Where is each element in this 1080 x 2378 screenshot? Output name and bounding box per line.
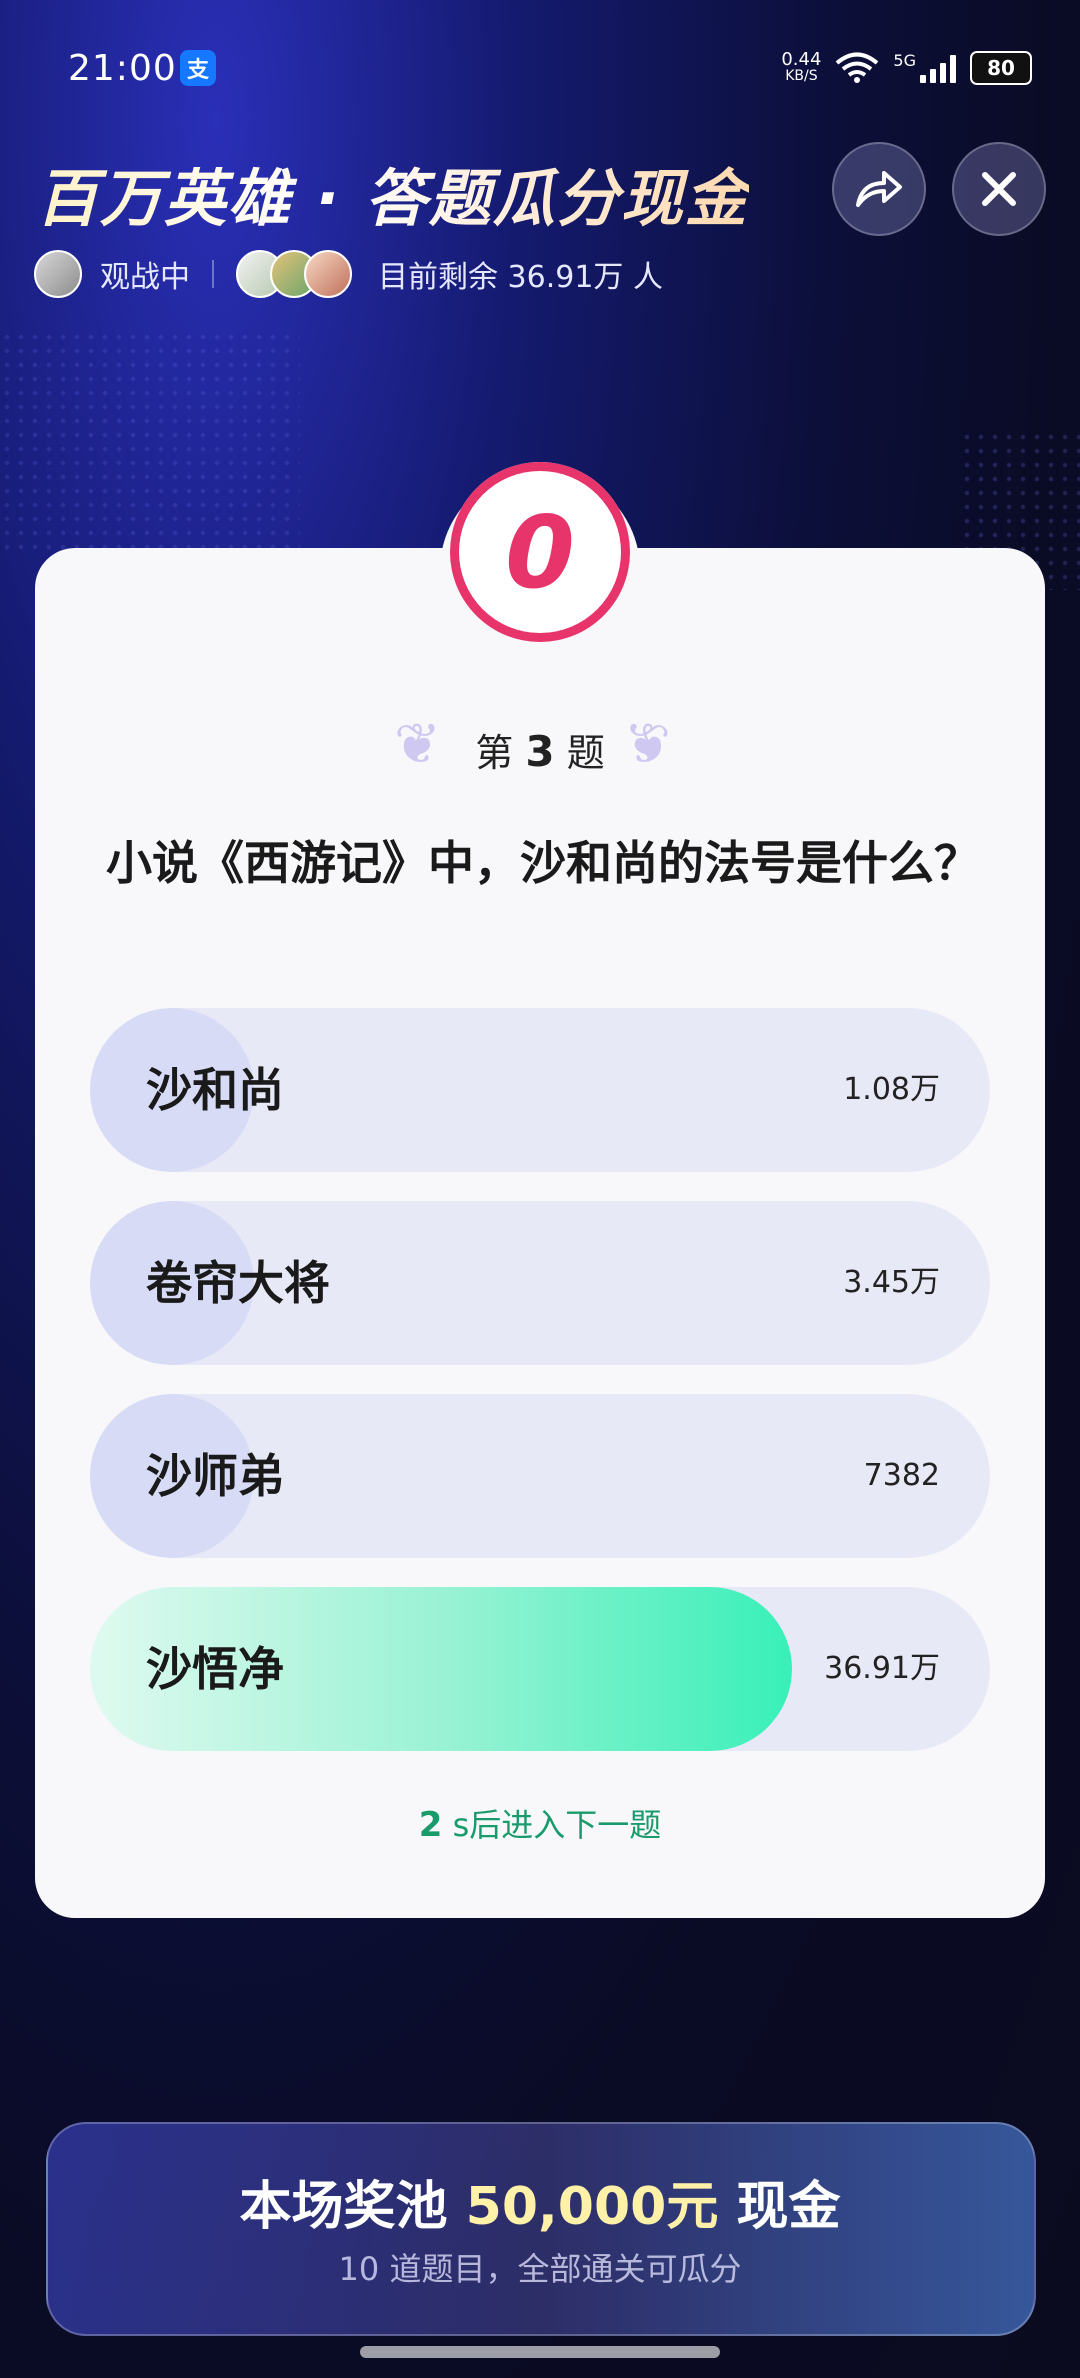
timer-value: 0 [505, 493, 575, 611]
divider [212, 260, 214, 288]
avatar-group [236, 250, 352, 298]
option-label: 沙师弟 [146, 1449, 284, 1503]
option-count: 7382 [863, 1458, 940, 1493]
option-count: 36.91万 [824, 1651, 940, 1686]
network-type: 5G [893, 51, 916, 70]
countdown-timer: 0 [450, 462, 630, 642]
option-label: 沙悟净 [146, 1642, 284, 1696]
avatar [34, 250, 82, 298]
answer-option[interactable]: 沙师弟 7382 [90, 1394, 990, 1558]
answer-option-correct[interactable]: 沙悟净 36.91万 [90, 1587, 990, 1751]
prize-amount: 50,000元 [465, 2177, 719, 2237]
remaining-count: 目前剩余 36.91万 人 [378, 260, 663, 295]
prize-pool-subtitle: 10 道题目，全部通关可瓜分 [338, 2250, 742, 2288]
battery-icon: 80 [970, 51, 1032, 85]
wifi-icon [836, 52, 879, 83]
status-icons: 0.44 KB/S 5G 80 [781, 48, 1032, 88]
close-icon [982, 172, 1016, 206]
signal-icon [920, 53, 956, 83]
share-button[interactable] [832, 142, 926, 236]
option-label: 沙和尚 [146, 1063, 284, 1117]
page-title: 百万英雄 · 答题瓜分现金 [36, 148, 749, 238]
status-time: 21:00 [68, 48, 177, 89]
answer-option[interactable]: 卷帘大将 3.45万 [90, 1201, 990, 1365]
share-icon [856, 171, 902, 207]
option-label: 卷帘大将 [146, 1256, 330, 1310]
watching-label: 观战中 [100, 260, 190, 295]
question-number: 第 3 题 [475, 727, 605, 776]
option-count: 1.08万 [843, 1072, 940, 1107]
home-indicator[interactable] [360, 2346, 720, 2358]
next-question-hint: 2 s后进入下一题 [418, 1805, 662, 1845]
decor-dots-left [0, 330, 300, 550]
question-text: 小说《西游记》中，沙和尚的法号是什么？ [106, 836, 980, 890]
audience-row: 观战中 目前剩余 36.91万 人 [34, 250, 663, 298]
close-button[interactable] [952, 142, 1046, 236]
net-speed: 0.44 KB/S [781, 49, 822, 85]
answer-option[interactable]: 沙和尚 1.08万 [90, 1008, 990, 1172]
prize-pool-title: 本场奖池 50,000元 现金 [239, 2177, 841, 2237]
option-count: 3.45万 [843, 1265, 940, 1300]
battery-level: 80 [987, 56, 1015, 80]
avatar [304, 250, 352, 298]
alipay-app-icon: 支 [180, 50, 216, 86]
